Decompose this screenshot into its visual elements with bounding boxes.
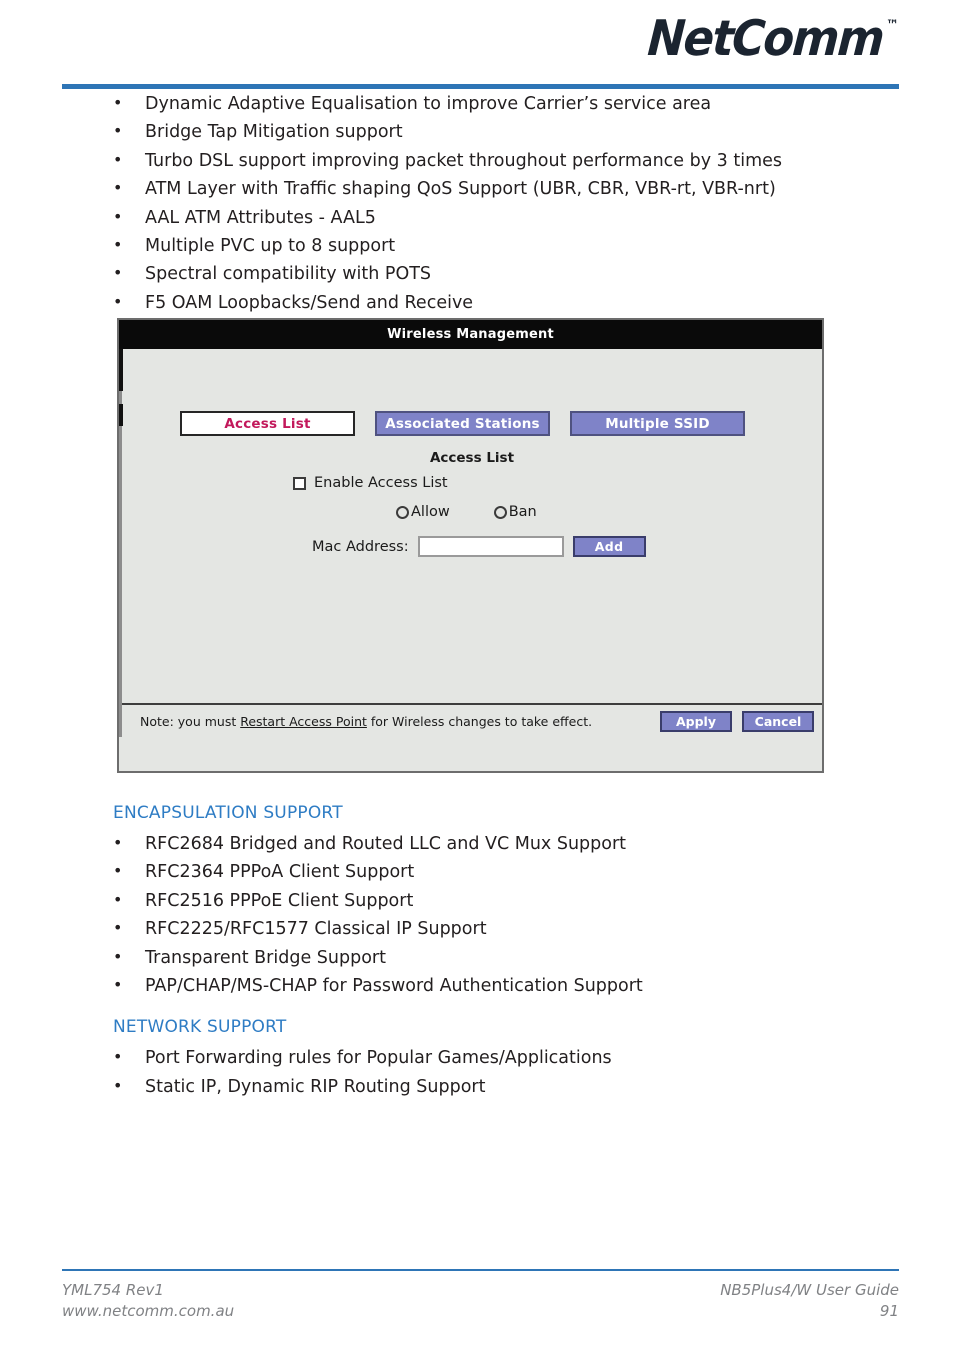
list-item: Static IP, Dynamic RIP Routing Support [62,1072,899,1101]
screenshot-action-buttons: Apply Cancel [660,710,814,732]
allow-ban-radio-row: Allow Ban [396,504,537,520]
left-nav-strip-mid [119,404,123,426]
document-page: NetComm ™ Dynamic Adaptive Equalisation … [0,0,954,1354]
screenshot-body: Access List Associated Stations Multiple… [119,349,822,737]
netcomm-logo-text: NetComm [645,10,885,67]
list-item: Bridge Tap Mitigation support [62,117,899,146]
footer-columns: YML754 Rev1 www.netcomm.com.au NB5Plus4/… [62,1280,899,1322]
left-nav-strip-top [119,349,123,391]
tab-access-list[interactable]: Access List [180,411,355,436]
cancel-button[interactable]: Cancel [742,710,814,732]
tab-bar: Access List Associated Stations Multiple… [180,411,745,436]
list-item: RFC2225/RFC1577 Classical IP Support [62,914,899,943]
add-button[interactable]: Add [572,536,646,557]
screenshot-title-bar: Wireless Management [119,320,822,349]
tab-access-list-label: Access List [224,415,311,432]
list-item: AAL ATM Attributes - AAL5 [62,203,899,232]
note-prefix: Note: you must [140,713,241,729]
tab-multiple-ssid[interactable]: Multiple SSID [570,411,745,436]
tab-multiple-ssid-label: Multiple SSID [605,415,710,432]
add-button-label: Add [594,539,624,554]
list-item: Dynamic Adaptive Equalisation to improve… [62,89,899,118]
trademark-icon: ™ [886,18,899,33]
radio-allow-label: Allow [411,504,450,520]
restart-access-point-link[interactable]: Restart Access Point [240,714,367,729]
list-item: Multiple PVC up to 8 support [62,231,899,260]
list-item: F5 OAM Loopbacks/Send and Receive [62,288,899,317]
list-item: RFC2516 PPPoE Client Support [62,886,899,915]
netcomm-logo: NetComm ™ [629,10,899,67]
mac-address-row: Mac Address: Add [312,536,646,557]
tab-associated-stations[interactable]: Associated Stations [375,411,550,436]
radio-ban-label: Ban [508,504,537,520]
document-code: YML754 Rev1 [62,1281,164,1299]
mac-address-label: Mac Address: [312,538,409,555]
list-item: Port Forwarding rules for Popular Games/… [62,1043,899,1072]
screenshot-title: Wireless Management [387,327,554,342]
list-item: Turbo DSL support improving packet throu… [62,146,899,175]
enable-access-list-checkbox[interactable] [293,476,306,490]
list-item: RFC2684 Bridged and Routed LLC and VC Mu… [62,829,899,858]
encapsulation-support-heading: ENCAPSULATION SUPPORT [113,803,343,823]
list-item: Spectral compatibility with POTS [62,259,899,288]
list-item: ATM Layer with Traffic shaping QoS Suppo… [62,174,899,203]
feature-list: Dynamic Adaptive Equalisation to improve… [62,89,899,317]
list-item: PAP/CHAP/MS-CHAP for Password Authentica… [62,971,899,1000]
section-subtitle: Access List [429,450,515,466]
footer-divider [62,1269,899,1271]
radio-allow-circle-icon [396,505,409,519]
enable-access-list-label: Enable Access List [314,475,448,491]
note-suffix: for Wireless changes to take effect. [366,713,593,729]
encapsulation-list: RFC2684 Bridged and Routed LLC and VC Mu… [62,829,899,1000]
network-support-heading: NETWORK SUPPORT [113,1017,287,1038]
footer-right: NB5Plus4/W User Guide 91 [720,1280,899,1322]
cancel-button-label: Cancel [754,713,802,729]
tab-associated-stations-label: Associated Stations [385,415,540,432]
list-item: RFC2364 PPPoA Client Support [62,857,899,886]
apply-button[interactable]: Apply [660,710,732,732]
enable-access-list-row: Enable Access List [293,475,448,491]
page-number: 91 [879,1302,899,1320]
restart-note: Note: you must Restart Access Point for … [140,714,660,729]
network-list: Port Forwarding rules for Popular Games/… [62,1043,899,1101]
radio-ban[interactable]: Ban [493,504,537,520]
main-content: Dynamic Adaptive Equalisation to improve… [62,89,899,317]
radio-ban-circle-icon [493,505,507,519]
page-footer: YML754 Rev1 www.netcomm.com.au NB5Plus4/… [62,1269,899,1322]
guide-title: NB5Plus4/W User Guide [720,1281,899,1299]
screenshot-footer-bar: Note: you must Restart Access Point for … [122,703,822,737]
list-item: Transparent Bridge Support [62,943,899,972]
wireless-management-screenshot: Wireless Management Access List Associat… [117,318,824,773]
lower-content: ENCAPSULATION SUPPORT RFC2684 Bridged an… [62,786,899,1101]
radio-allow[interactable]: Allow [396,504,450,520]
website-url: www.netcomm.com.au [62,1302,235,1320]
mac-address-input[interactable] [417,536,564,557]
apply-button-label: Apply [675,713,716,729]
footer-left: YML754 Rev1 www.netcomm.com.au [62,1280,234,1322]
page-header: NetComm ™ [0,0,954,90]
header-divider [62,84,899,89]
